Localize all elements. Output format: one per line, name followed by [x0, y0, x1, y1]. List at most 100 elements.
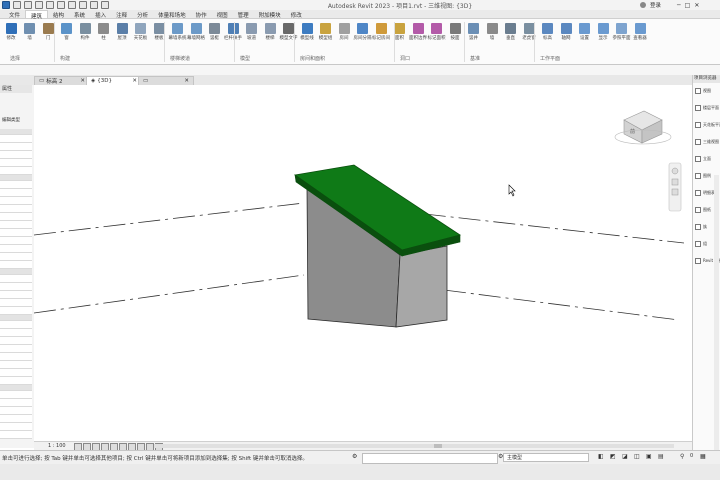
- ribbon-button-opening-wall[interactable]: 墙: [485, 23, 499, 41]
- model-view-3d[interactable]: 前: [33, 85, 692, 441]
- ribbon-button-by-face[interactable]: 按面: [448, 23, 462, 41]
- ribbon-tab-2[interactable]: 结构: [48, 10, 69, 19]
- ribbon-button-room[interactable]: 房间: [337, 23, 351, 41]
- building-model[interactable]: [293, 164, 461, 328]
- properties-row[interactable]: [0, 143, 32, 151]
- expand-toggle-icon[interactable]: [695, 223, 701, 230]
- properties-row[interactable]: [0, 189, 32, 197]
- properties-row[interactable]: [0, 221, 32, 229]
- ribbon-button-room-separator[interactable]: 房间分隔: [354, 23, 372, 41]
- ribbon-button-column[interactable]: 柱: [97, 23, 111, 41]
- ribbon-tab-8[interactable]: 协作: [191, 10, 212, 19]
- browser-node[interactable]: 立面: [695, 155, 711, 162]
- revit-logo-icon[interactable]: [2, 1, 10, 9]
- ribbon-tab-1[interactable]: 建筑: [25, 10, 49, 20]
- browser-node[interactable]: 组: [695, 240, 707, 247]
- sign-in-link[interactable]: 登录: [650, 1, 661, 9]
- ribbon-button-component[interactable]: 构件: [78, 23, 92, 41]
- ribbon-tab-7[interactable]: 体量和场地: [153, 10, 191, 19]
- wall-right-face[interactable]: [395, 245, 448, 328]
- properties-row[interactable]: [0, 261, 32, 269]
- worksets-icon[interactable]: ⚙: [352, 453, 360, 461]
- browser-node[interactable]: 三维视图: [695, 138, 719, 145]
- expand-toggle-icon[interactable]: [695, 206, 701, 213]
- properties-row[interactable]: [0, 415, 32, 423]
- ribbon-button-curtain-system[interactable]: 幕墙系统: [169, 23, 187, 41]
- ribbon-button-arrow[interactable]: 修改: [4, 23, 18, 41]
- properties-row[interactable]: [0, 197, 32, 205]
- ribbon-button-vertical[interactable]: 垂直: [504, 23, 518, 41]
- drawing-canvas[interactable]: 前: [33, 85, 692, 441]
- close-inactive-icon[interactable]: [101, 1, 109, 9]
- ribbon-button-ref-plane[interactable]: 参照平面: [613, 23, 631, 41]
- properties-row[interactable]: [0, 245, 32, 253]
- measure-icon[interactable]: [68, 1, 76, 9]
- expand-toggle-icon[interactable]: [695, 257, 701, 264]
- select-by-face-icon[interactable]: ▣: [646, 453, 652, 460]
- properties-row[interactable]: [0, 353, 32, 361]
- properties-row[interactable]: [0, 229, 32, 237]
- ribbon-button-shaft[interactable]: 竖井: [467, 23, 481, 41]
- expand-toggle-icon[interactable]: [695, 172, 701, 179]
- properties-row[interactable]: [0, 407, 32, 415]
- properties-row[interactable]: [0, 213, 32, 221]
- ribbon-tab-3[interactable]: 系统: [69, 10, 90, 19]
- 3d-view-icon[interactable]: [90, 1, 98, 9]
- ribbon-button-tag-area[interactable]: 标记面积: [428, 23, 446, 41]
- ribbon-button-level[interactable]: 标高: [541, 23, 555, 41]
- properties-row[interactable]: [0, 361, 32, 369]
- properties-row[interactable]: [0, 135, 32, 143]
- expand-toggle-icon[interactable]: [695, 240, 701, 247]
- expand-toggle-icon[interactable]: [695, 104, 701, 111]
- expand-toggle-icon[interactable]: [695, 189, 701, 196]
- ribbon-button-wall[interactable]: 墙: [23, 23, 37, 41]
- view-scale[interactable]: 1 : 100: [48, 443, 66, 449]
- ribbon-button-workplane-set[interactable]: 设置: [578, 23, 592, 41]
- close-tab-icon[interactable]: ✕: [184, 78, 189, 84]
- scrollbar-thumb[interactable]: [434, 444, 442, 448]
- select-links-icon[interactable]: ◩: [610, 453, 616, 460]
- ribbon-tab-5[interactable]: 注释: [111, 10, 132, 19]
- properties-row[interactable]: [0, 423, 32, 431]
- ribbon-button-area-boundary[interactable]: 面积边界: [409, 23, 427, 41]
- ribbon-tab-0[interactable]: 文件: [4, 10, 25, 19]
- text-icon[interactable]: [79, 1, 87, 9]
- ribbon-tab-12[interactable]: 修改: [286, 10, 307, 19]
- expand-toggle-icon[interactable]: [695, 138, 701, 145]
- close-tab-icon[interactable]: ✕: [80, 78, 85, 84]
- properties-row[interactable]: [0, 283, 32, 291]
- properties-row[interactable]: [0, 377, 32, 385]
- ribbon-tab-10[interactable]: 管理: [233, 10, 254, 19]
- drag-on-selection-icon[interactable]: ▤: [658, 453, 664, 460]
- ribbon-tab-11[interactable]: 附加模块: [254, 10, 286, 19]
- ribbon-tab-6[interactable]: 分析: [132, 10, 153, 19]
- maximize-icon[interactable]: □: [685, 2, 691, 9]
- properties-row[interactable]: [0, 299, 32, 307]
- properties-row[interactable]: [0, 321, 32, 329]
- expand-toggle-icon[interactable]: [695, 155, 701, 162]
- minimize-icon[interactable]: ─: [677, 2, 681, 9]
- horizontal-scrollbar[interactable]: [154, 444, 674, 448]
- edit-type-button[interactable]: 编辑类型: [2, 117, 32, 125]
- filter-icon-2[interactable]: ▦: [700, 453, 706, 460]
- expand-toggle-icon[interactable]: [695, 87, 701, 94]
- ribbon-button-ramp[interactable]: 坡道: [245, 23, 259, 41]
- browser-node[interactable]: 楼层平面: [695, 104, 719, 111]
- properties-row[interactable]: [0, 307, 32, 315]
- properties-row[interactable]: [0, 167, 32, 175]
- properties-row[interactable]: [0, 329, 32, 337]
- ribbon-button-tag-room[interactable]: 标记房间: [372, 23, 390, 41]
- properties-row[interactable]: [0, 275, 32, 283]
- properties-row[interactable]: [0, 151, 32, 159]
- properties-row[interactable]: [0, 399, 32, 407]
- properties-row[interactable]: [0, 391, 32, 399]
- ribbon-button-railing[interactable]: 栏杆扶手: [224, 23, 242, 41]
- properties-row[interactable]: [0, 237, 32, 245]
- viewcube[interactable]: 前: [614, 110, 672, 145]
- browser-node[interactable]: 图纸: [695, 206, 711, 213]
- browser-node[interactable]: 视图: [695, 87, 711, 94]
- ribbon-tab-4[interactable]: 插入: [90, 10, 111, 19]
- expand-toggle-icon[interactable]: [695, 121, 701, 128]
- save-icon[interactable]: [24, 1, 32, 9]
- browser-node[interactable]: 明细表: [695, 189, 715, 196]
